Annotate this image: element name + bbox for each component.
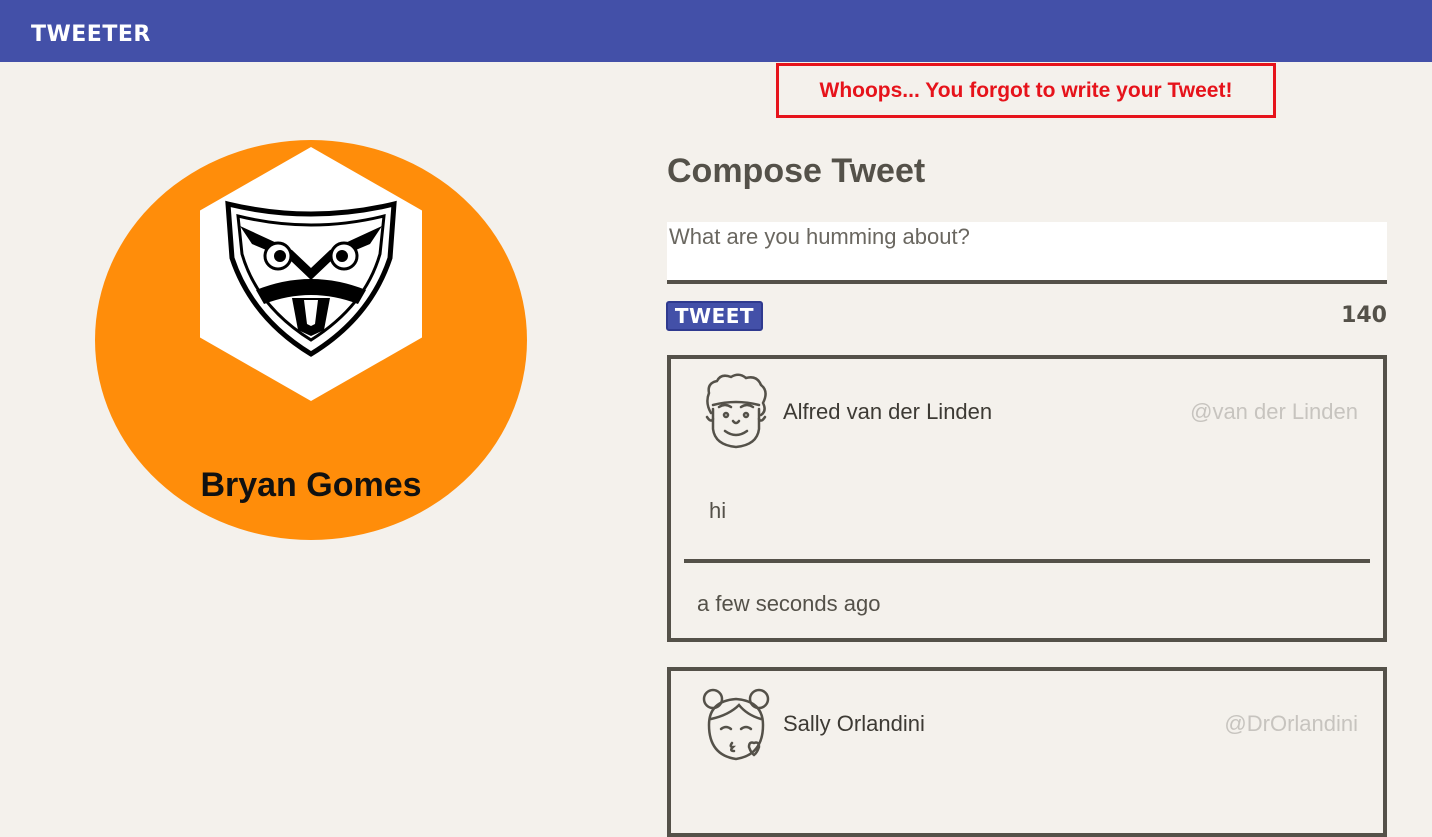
compose-title: Compose Tweet <box>667 152 926 190</box>
character-counter: 140 <box>1341 303 1387 328</box>
profile-name: Bryan Gomes <box>200 466 422 504</box>
top-nav-bar: TWEETER <box>0 0 1432 62</box>
tweet-divider <box>684 559 1370 563</box>
tweet-input[interactable] <box>667 222 1387 284</box>
tweet-author-name: Alfred van der Linden <box>783 399 993 424</box>
tweet-author-handle: @DrOrlandini <box>1224 711 1358 736</box>
owl-shield-icon <box>225 200 397 357</box>
error-message: Whoops... You forgot to write your Tweet… <box>819 78 1233 102</box>
woman-blowing-kiss-avatar-icon <box>702 688 770 761</box>
tweet-text: hi <box>709 498 727 523</box>
tweet-button[interactable]: TWEET <box>666 301 763 331</box>
brand-logo-text[interactable]: TWEETER <box>31 24 151 46</box>
tweet-card: Alfred van der Linden @van der Linden hi… <box>667 355 1387 642</box>
curly-hair-man-avatar-icon <box>705 373 767 449</box>
tweet-author-name: Sally Orlandini <box>783 711 925 736</box>
tweet-author-handle: @van der Linden <box>1190 399 1358 424</box>
tweet-card: Sally Orlandini @DrOrlandini <box>667 667 1387 837</box>
error-alert: Whoops... You forgot to write your Tweet… <box>776 63 1276 118</box>
tweet-timestamp: a few seconds ago <box>697 591 881 616</box>
